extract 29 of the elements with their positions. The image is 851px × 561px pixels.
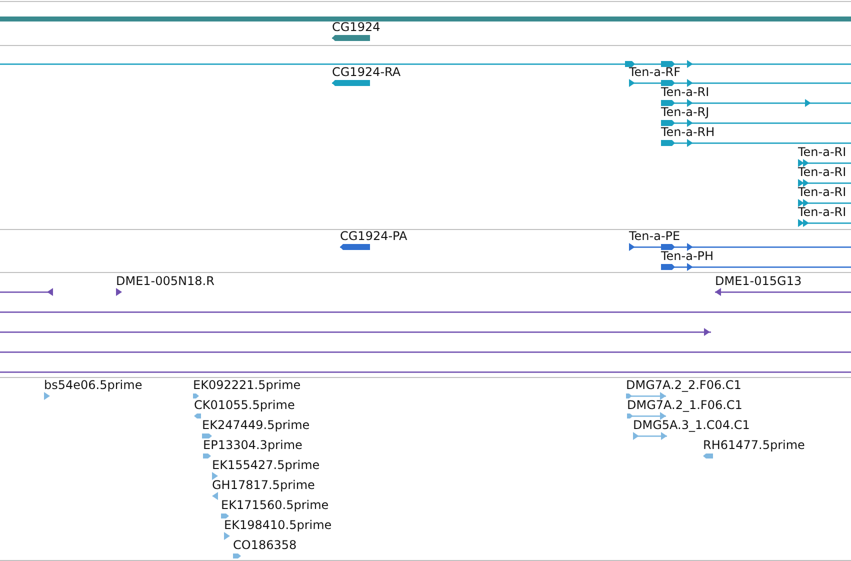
feature-label: Ten-a-RF: [629, 66, 681, 79]
feature-label: Ten-a-RI: [661, 86, 710, 99]
feature-label: DMG5A.3_1.C04.C1: [633, 419, 750, 432]
feature-label: DMG7A.2_1.F06.C1: [627, 399, 742, 412]
feature-label: CO186358: [233, 539, 297, 552]
feature-label: DMG7A.2_2.F06.C1: [626, 379, 742, 392]
feature-label: EK155427.5prime: [212, 459, 320, 472]
feature-label: Ten-a-PE: [629, 230, 680, 243]
feature-label: EK171560.5prime: [221, 499, 329, 512]
feature-label: EK092221.5prime: [193, 379, 301, 392]
feature-label: Ten-a-RI: [798, 206, 846, 219]
feature-label: EK198410.5prime: [224, 519, 332, 532]
feature-label: DME1-005N18.R: [116, 275, 214, 288]
feature-label: Ten-a-RJ: [661, 106, 710, 119]
feature-label: CG1924: [332, 21, 380, 34]
feature-label: Ten-a-RI: [798, 166, 846, 179]
feature-label: bs54e06.5prime: [44, 379, 142, 392]
feature-label: CK01055.5prime: [194, 399, 295, 412]
feature-label: EK247449.5prime: [202, 419, 310, 432]
feature-label: Ten-a-RI: [798, 186, 846, 199]
feature-label: Ten-a-PH: [661, 250, 714, 263]
feature-label: EP13304.3prime: [203, 439, 302, 452]
feature-label: Ten-a-RI: [798, 146, 846, 159]
feature-label: CG1924-RA: [332, 66, 401, 79]
feature-label: CG1924-PA: [340, 230, 408, 243]
feature-label: Ten-a-RH: [661, 126, 715, 139]
feature-label: RH61477.5prime: [703, 439, 805, 452]
feature-label: GH17817.5prime: [212, 479, 315, 492]
feature-label: DME1-015G13: [715, 275, 802, 288]
